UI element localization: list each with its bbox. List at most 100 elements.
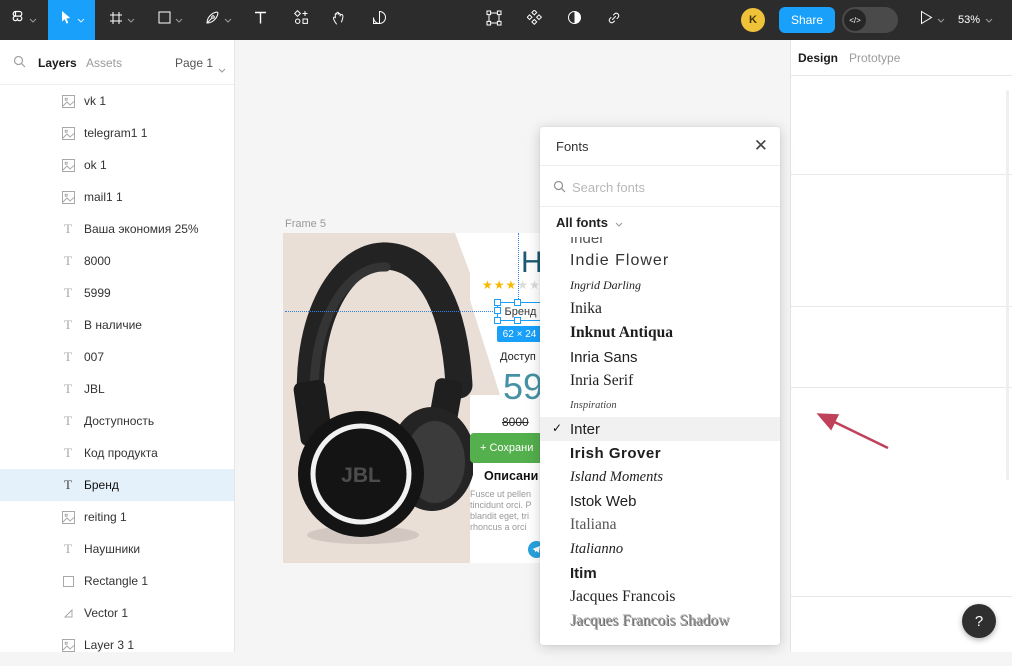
text-layer-icon: T (60, 413, 76, 429)
font-name: Irish Grover (570, 445, 661, 462)
hand-tool-button[interactable] (322, 0, 356, 40)
present-button[interactable] (910, 0, 954, 40)
comment-tool-button[interactable] (362, 0, 396, 40)
description-heading[interactable]: Описани (484, 469, 538, 483)
main-menu-button[interactable] (0, 0, 46, 40)
tab-layers[interactable]: Layers (38, 56, 77, 70)
layer-row[interactable]: T5999 (0, 277, 234, 309)
selection-handle[interactable] (494, 317, 501, 324)
font-option[interactable]: Itim (540, 561, 780, 585)
font-name: Inter (570, 421, 600, 438)
layer-row[interactable]: TJBL (0, 373, 234, 405)
layer-row[interactable]: Layer 3 1 (0, 629, 234, 661)
old-price-text[interactable]: 8000 (502, 415, 529, 429)
layer-name: Rectangle 1 (84, 574, 148, 588)
font-option[interactable]: Irish Grover (540, 441, 780, 465)
tab-prototype[interactable]: Prototype (849, 51, 900, 65)
frame-tool-button[interactable] (99, 0, 145, 40)
font-option[interactable]: Island Moments (540, 465, 780, 489)
layer-name: Vector 1 (84, 606, 128, 620)
headphones-image[interactable]: JBL (283, 233, 473, 563)
tab-assets[interactable]: Assets (86, 56, 122, 70)
font-option[interactable]: Inder (540, 237, 780, 249)
font-option[interactable]: Ingrid Darling (540, 273, 780, 297)
text-layer-icon: T (60, 317, 76, 333)
selection-handle[interactable] (514, 317, 521, 324)
alignment-guide-vertical (518, 233, 519, 303)
availability-text[interactable]: Доступ (500, 351, 536, 363)
layer-row[interactable]: TВ наличие (0, 309, 234, 341)
close-icon[interactable]: ✕ (754, 135, 768, 157)
font-option[interactable]: Inria Serif (540, 369, 780, 393)
shape-tool-button[interactable] (147, 0, 193, 40)
selected-text: Бренд (505, 306, 537, 318)
actions-tool-button[interactable] (284, 0, 318, 40)
avatar-initial: K (749, 14, 757, 26)
description-text[interactable]: Fusce ut pellen tincidunt orci. P blandi… (470, 489, 532, 533)
font-name: Itim (570, 565, 597, 582)
font-option[interactable]: Italianno (540, 537, 780, 561)
zoom-menu[interactable]: 53% (958, 0, 993, 40)
text-layer-icon: T (60, 445, 76, 461)
layer-row[interactable]: TНаушники (0, 533, 234, 565)
layer-row[interactable]: TВаша экономия 25% (0, 213, 234, 245)
text-tool-button[interactable] (243, 0, 277, 40)
layer-row[interactable]: ok 1 (0, 149, 234, 181)
play-icon (920, 10, 933, 30)
selection-handle[interactable] (514, 299, 521, 306)
pen-tool-button[interactable] (195, 0, 241, 40)
font-search-input[interactable] (572, 174, 762, 200)
font-name: Inder (570, 237, 604, 247)
layer-row[interactable]: TКод продукта (0, 437, 234, 469)
layer-row[interactable]: T007 (0, 341, 234, 373)
font-option[interactable]: Inknut Antiqua (540, 321, 780, 345)
font-name: Istok Web (570, 493, 636, 510)
panel-scrollbar[interactable] (1006, 90, 1009, 480)
layer-row[interactable]: Rectangle 1 (0, 565, 234, 597)
text-selection-box[interactable]: Бренд (497, 302, 544, 321)
layer-row[interactable]: reiting 1 (0, 501, 234, 533)
code-icon: </> (844, 9, 866, 31)
font-option[interactable]: Inria Sans (540, 345, 780, 369)
layer-row[interactable]: T Доступность (0, 405, 234, 437)
avatar[interactable]: K (741, 8, 765, 32)
layer-row[interactable]: mail1 1 (0, 181, 234, 213)
font-option[interactable]: Indie Flower (540, 249, 780, 273)
font-option[interactable]: Jacques Francois (540, 585, 780, 609)
layer-name: Доступность (84, 414, 154, 428)
help-button[interactable]: ? (962, 604, 996, 638)
create-component-button[interactable] (518, 0, 550, 40)
font-option[interactable]: Inspiration (540, 393, 780, 417)
font-option[interactable]: Istok Web (540, 489, 780, 513)
font-name: Inika (570, 300, 602, 318)
rect-layer-icon (60, 573, 76, 589)
share-button[interactable]: Share (779, 7, 835, 33)
tab-design[interactable]: Design (798, 51, 838, 65)
edit-object-button[interactable] (478, 0, 510, 40)
selection-handle[interactable] (494, 307, 501, 314)
price-text[interactable]: 59 (503, 366, 543, 408)
layer-row[interactable]: vk 1 (0, 85, 234, 117)
page-selector[interactable]: Page 1 (175, 56, 213, 70)
layer-row[interactable]: T8000 (0, 245, 234, 277)
font-filter-label: All fonts (556, 215, 608, 230)
link-button[interactable] (598, 0, 630, 40)
layer-row[interactable]: telegram1 1 (0, 117, 234, 149)
font-option[interactable]: Jacques Francois Shadow (540, 609, 780, 633)
font-option[interactable]: ✓Inter (540, 417, 780, 441)
font-name: Italianno (570, 541, 623, 558)
dev-mode-toggle[interactable]: </> (842, 7, 898, 33)
font-filter-dropdown[interactable]: All fonts (540, 207, 780, 237)
selection-handle[interactable] (494, 299, 501, 306)
font-option[interactable]: Italiana (540, 513, 780, 537)
layer-name: Бренд (84, 478, 119, 492)
chevron-down-icon (615, 215, 623, 230)
move-tool-button[interactable] (48, 0, 95, 40)
layer-row[interactable]: Vector 1 (0, 597, 234, 629)
frame-label[interactable]: Frame 5 (285, 218, 326, 230)
layer-name: 5999 (84, 286, 111, 300)
font-option[interactable]: Inika (540, 297, 780, 321)
mask-button[interactable] (558, 0, 590, 40)
search-icon[interactable] (13, 55, 26, 73)
layer-row[interactable]: TБренд (0, 469, 234, 501)
